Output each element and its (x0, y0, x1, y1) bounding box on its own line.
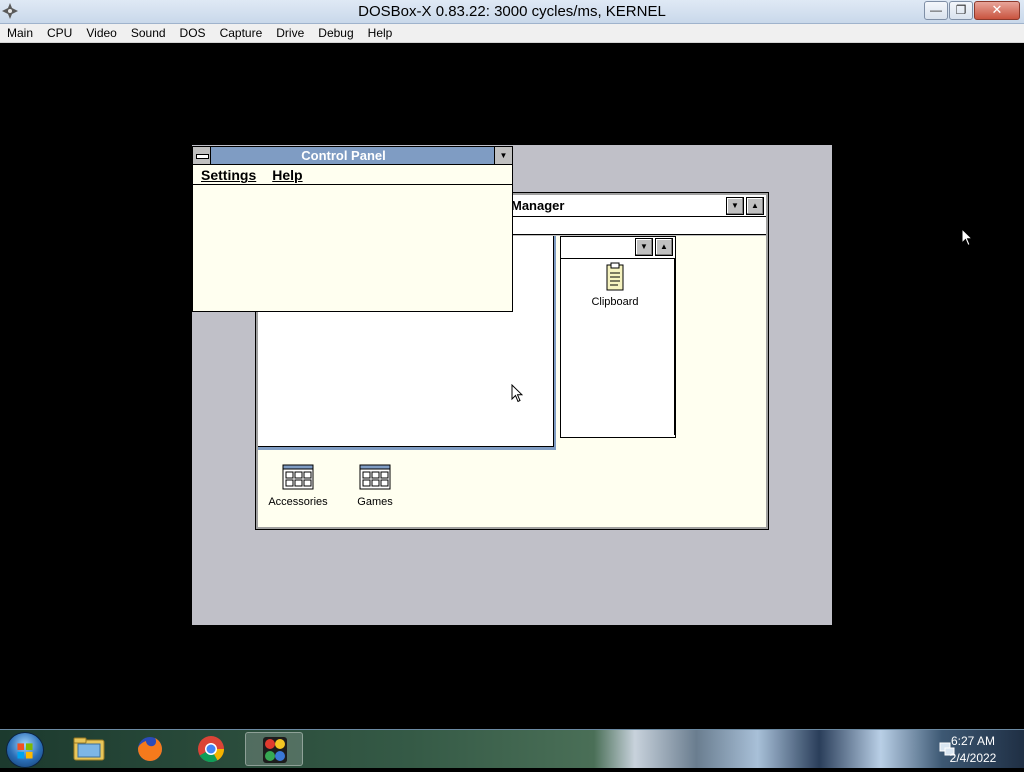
host-mouse-cursor-icon (961, 228, 973, 247)
mouse-cursor-icon (511, 384, 523, 403)
clock-time[interactable]: 6:27 AM (950, 734, 996, 748)
control-panel-menubar: Settings Help (193, 165, 512, 185)
taskbar-chrome-button[interactable] (182, 732, 240, 766)
taskbar-dosbox-button[interactable] (245, 732, 303, 766)
menu-video[interactable]: Video (79, 24, 123, 42)
pm-minimize-button[interactable]: ▼ (726, 197, 744, 215)
menu-dos[interactable]: DOS (173, 24, 213, 42)
clock-date[interactable]: 2/4/2022 (945, 751, 1001, 765)
sub-group-client[interactable]: Clipboard (561, 259, 675, 435)
chrome-icon (198, 736, 225, 763)
menu-help[interactable]: Help (361, 24, 400, 42)
control-panel-window[interactable]: Control Panel ▼ Settings Help (192, 146, 513, 312)
cp-menu-settings[interactable]: Settings (193, 165, 264, 184)
menu-capture[interactable]: Capture (213, 24, 270, 42)
host-window-title: DOSBox-X 0.83.22: 3000 cycles/ms, KERNEL (358, 3, 666, 20)
clipboard-icon (606, 262, 624, 291)
dosbox-icon (263, 737, 287, 763)
cp-menu-help[interactable]: Help (264, 165, 310, 184)
accessories-group-icon[interactable]: Accessories (263, 462, 333, 508)
control-panel-client[interactable] (193, 185, 512, 311)
file-explorer-icon (73, 737, 105, 761)
accessories-label: Accessories (268, 496, 328, 508)
windows31-desktop[interactable]: Manager ▼ ▲ ▼ ▲ Clipboard Accessories Ga… (192, 145, 832, 625)
menu-debug[interactable]: Debug (311, 24, 360, 42)
firefox-icon (138, 737, 162, 761)
pm-maximize-button[interactable]: ▲ (746, 197, 764, 215)
windows-logo-icon (17, 743, 33, 759)
sub-group-window[interactable]: ▼ ▲ Clipboard (560, 236, 676, 438)
sub-group-minimize-button[interactable]: ▼ (635, 238, 653, 256)
games-group-icon[interactable]: Games (340, 462, 410, 508)
menu-cpu[interactable]: CPU (40, 24, 79, 42)
taskbar-explorer-button[interactable] (60, 732, 118, 766)
clipboard-label: Clipboard (591, 296, 639, 308)
host-titlebar[interactable]: DOSBox-X 0.83.22: 3000 cycles/ms, KERNEL… (0, 0, 1024, 24)
menu-main[interactable]: Main (0, 24, 40, 42)
control-panel-title: Control Panel (301, 148, 386, 163)
program-group-icon (282, 464, 314, 490)
menu-sound[interactable]: Sound (124, 24, 173, 42)
program-group-icon (359, 464, 391, 490)
control-panel-minimize-button[interactable]: ▼ (494, 147, 512, 164)
taskbar-firefox-button[interactable] (121, 732, 179, 766)
close-button[interactable]: ✕ (974, 1, 1020, 20)
control-panel-titlebar[interactable]: Control Panel ▼ (193, 147, 512, 165)
restore-button[interactable]: ❐ (949, 1, 973, 20)
program-manager-title: Manager (511, 198, 565, 213)
start-button[interactable] (6, 732, 44, 768)
menu-drive[interactable]: Drive (269, 24, 311, 42)
host-menubar: Main CPU Video Sound DOS Capture Drive D… (0, 24, 1024, 43)
clipboard-program-item[interactable]: Clipboard (580, 262, 650, 308)
taskbar (0, 729, 1024, 768)
minimize-button[interactable]: — (924, 1, 948, 20)
games-label: Games (357, 496, 393, 508)
sub-group-maximize-button[interactable]: ▲ (655, 238, 673, 256)
sub-group-titlebar[interactable]: ▼ ▲ (561, 237, 675, 259)
